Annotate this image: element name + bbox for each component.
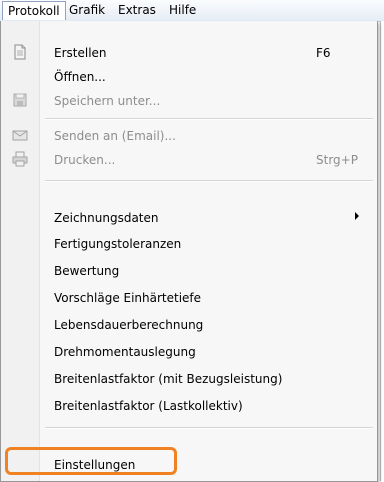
menu-item-bewertung[interactable]: Bewertung (1, 260, 377, 282)
menu-item-zeichnungsdaten[interactable]: Zeichnungsdaten (1, 207, 377, 229)
menu-item-oeffnen[interactable]: Öffnen... (1, 66, 377, 88)
menu-extras[interactable]: Extras (113, 2, 161, 19)
menu-item-erstellen[interactable]: Erstellen F6 (1, 42, 377, 64)
menu-item-label: Bewertung (54, 264, 120, 278)
menu-item-lebensdauerberechnung[interactable]: Lebensdauerberechnung (1, 314, 377, 336)
menu-item-label: Breitenlastfaktor (mit Bezugsleistung) (54, 372, 283, 386)
shortcut-label: F6 (316, 46, 331, 60)
menu-item-speichern-unter[interactable]: Speichern unter... (1, 90, 377, 112)
shortcut-label: Strg+P (316, 153, 358, 167)
mail-icon (12, 127, 28, 143)
menu-item-label: Zeichnungsdaten (54, 211, 159, 225)
menu-item-breitenlastfaktor-bezugsleistung[interactable]: Breitenlastfaktor (mit Bezugsleistung) (1, 368, 377, 390)
menu-separator (45, 118, 373, 120)
submenu-arrow-icon (355, 212, 359, 220)
save-icon (12, 92, 28, 108)
document-icon (12, 44, 28, 60)
menu-separator (45, 180, 373, 182)
menu-item-drucken[interactable]: Drucken... Strg+P (1, 149, 377, 171)
menu-item-drehmomentauslegung[interactable]: Drehmomentauslegung (1, 341, 377, 363)
menu-item-label: Vorschläge Einhärtetiefe (54, 291, 202, 305)
menu-bar: Protokoll Grafik Extras Hilfe (0, 0, 384, 22)
highlight-annotation (5, 447, 177, 475)
menu-item-label: Erstellen (54, 46, 107, 60)
menu-item-label: Senden an (Email)... (54, 129, 176, 143)
menu-item-senden-an[interactable]: Senden an (Email)... (1, 125, 377, 147)
menu-item-label: Drucken... (54, 153, 116, 167)
printer-icon (12, 151, 28, 167)
menu-item-vorschlaege-einhaertetiefe[interactable]: Vorschläge Einhärtetiefe (1, 287, 377, 309)
menu-protokoll[interactable]: Protokoll (2, 1, 66, 20)
menu-hilfe[interactable]: Hilfe (164, 2, 201, 19)
menu-item-fertigungstoleranzen[interactable]: Fertigungstoleranzen (1, 233, 377, 255)
background-window (380, 21, 384, 481)
menu-item-label: Lebensdauerberechnung (54, 318, 204, 332)
menu-separator (45, 427, 373, 429)
menu-item-label: Drehmomentauslegung (54, 345, 196, 359)
menu-item-label: Öffnen... (54, 70, 106, 84)
menu-item-label: Speichern unter... (54, 94, 161, 108)
menu-grafik[interactable]: Grafik (64, 2, 110, 19)
menu-item-label: Breitenlastfaktor (Lastkollektiv) (54, 399, 243, 413)
menu-item-breitenlastfaktor-lastkollektiv[interactable]: Breitenlastfaktor (Lastkollektiv) (1, 395, 377, 417)
protokoll-dropdown-menu: Erstellen F6 Öffnen... Speichern unter..… (0, 21, 378, 482)
menu-item-label: Fertigungstoleranzen (54, 237, 182, 251)
